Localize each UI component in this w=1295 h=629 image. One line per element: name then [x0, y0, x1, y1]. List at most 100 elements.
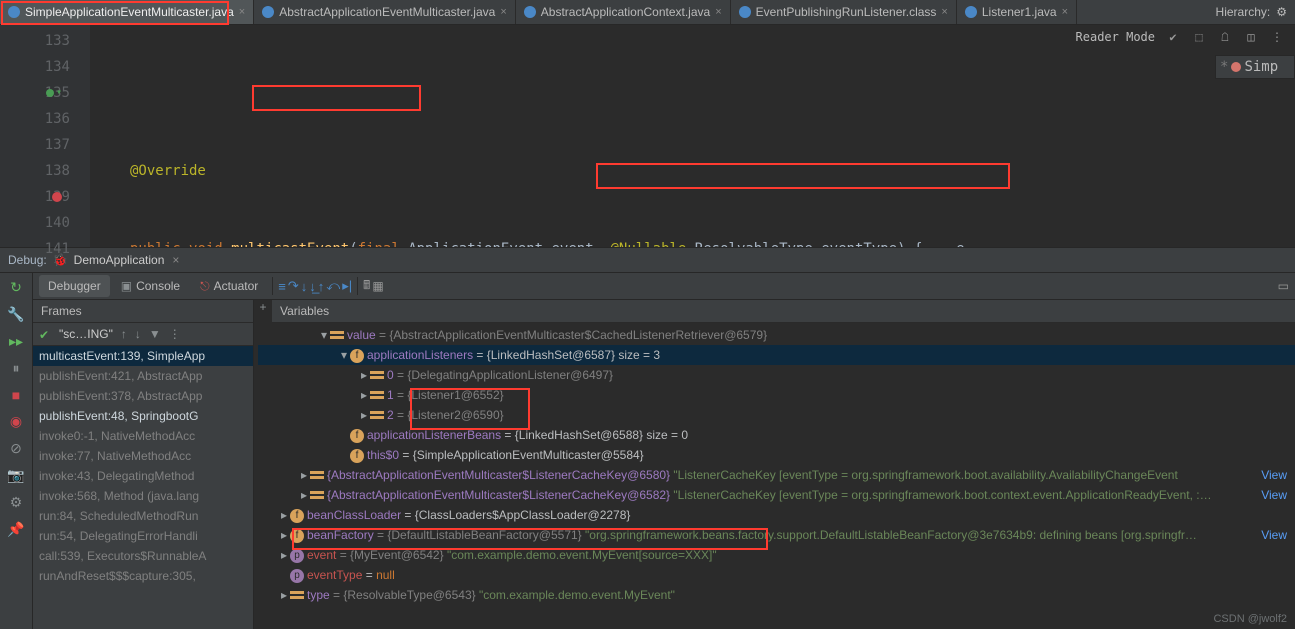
view-link[interactable]: View — [1261, 465, 1287, 485]
tree-toggle-icon[interactable]: ▸ — [278, 505, 290, 525]
force-step-into-icon[interactable]: ↓̲ — [309, 279, 316, 294]
evaluate-icon[interactable]: 🖩 — [363, 276, 370, 297]
layout-icon[interactable]: ▭ — [1278, 279, 1289, 293]
filter-icon[interactable]: ▼ — [149, 327, 161, 341]
add-watch-icon[interactable]: + — [254, 300, 272, 323]
tab-console[interactable]: ▣Console — [112, 275, 189, 297]
variable-node[interactable]: ▾fapplicationListeners = {LinkedHashSet@… — [258, 345, 1295, 365]
tree-toggle-icon[interactable]: ▸ — [278, 525, 290, 545]
override-icon — [46, 89, 54, 97]
variable-node[interactable]: ▸0 = {DelegatingApplicationListener@6497… — [258, 365, 1295, 385]
stack-frame[interactable]: invoke:77, NativeMethodAcc — [33, 446, 253, 466]
pin-icon[interactable]: 📌 — [7, 521, 24, 538]
variable-node[interactable]: ▸2 = {Listener2@6590} — [258, 405, 1295, 425]
stack-frame[interactable]: run:84, ScheduledMethodRun — [33, 506, 253, 526]
camera-icon[interactable]: 📷 — [7, 467, 24, 484]
frames-list[interactable]: multicastEvent:139, SimpleApppublishEven… — [33, 346, 253, 586]
next-frame-icon[interactable]: ↓ — [135, 327, 141, 341]
step-out-icon[interactable]: ↑ — [318, 279, 325, 294]
code-line: public void multicastEvent(final Applica… — [90, 236, 1295, 247]
tree-toggle-icon[interactable] — [278, 565, 290, 585]
stack-frame[interactable]: runAndReset$$$capture:305, — [33, 566, 253, 586]
tree-toggle-icon[interactable]: ▸ — [358, 405, 370, 425]
breakpoint-icon[interactable] — [52, 192, 62, 202]
tree-toggle-icon[interactable]: ▸ — [358, 385, 370, 405]
variables-panel: + Variables ▾value = {AbstractApplicatio… — [254, 300, 1295, 629]
stack-frame[interactable]: run:54, DelegatingErrorHandli — [33, 526, 253, 546]
tab-debugger[interactable]: Debugger — [39, 275, 110, 297]
code-area[interactable]: @Override public void multicastEvent(fin… — [90, 25, 1295, 247]
tree-toggle-icon[interactable]: ▸ — [278, 545, 290, 565]
stop-icon[interactable]: ■ — [12, 387, 20, 403]
editor-tab[interactable]: AbstractApplicationEventMulticaster.java… — [254, 0, 516, 24]
tree-toggle-icon[interactable] — [338, 425, 350, 445]
variable-node[interactable]: ▸1 = {Listener1@6552} — [258, 385, 1295, 405]
variable-node[interactable]: ▸type = {ResolvableType@6543} "com.examp… — [258, 585, 1295, 605]
more-icon[interactable]: ⋮ — [169, 327, 181, 341]
gear-icon[interactable]: ⚙ — [1276, 5, 1287, 19]
variable-node[interactable]: fthis$0 = {SimpleApplicationEventMultica… — [258, 445, 1295, 465]
tree-toggle-icon[interactable]: ▸ — [358, 365, 370, 385]
variable-node[interactable]: ▸pevent = {MyEvent@6542} "com.example.de… — [258, 545, 1295, 565]
variable-node[interactable]: ▾value = {AbstractApplicationEventMultic… — [258, 325, 1295, 345]
tree-toggle-icon[interactable]: ▸ — [278, 585, 290, 605]
close-icon[interactable]: × — [172, 253, 179, 267]
tree-toggle-icon[interactable] — [338, 445, 350, 465]
hierarchy-label[interactable]: Hierarchy:⚙ — [1208, 0, 1295, 24]
resume-icon[interactable]: ▸▸ — [9, 333, 23, 350]
stack-frame[interactable]: invoke:568, Method (java.lang — [33, 486, 253, 506]
stack-frame[interactable]: invoke0:-1, NativeMethodAcc — [33, 426, 253, 446]
debug-config[interactable]: DemoApplication — [74, 253, 165, 267]
stack-frame[interactable]: publishEvent:421, AbstractApp — [33, 366, 253, 386]
tab-actuator[interactable]: ⎋Actuator — [191, 275, 267, 298]
tree-toggle-icon[interactable]: ▾ — [338, 345, 350, 365]
tree-toggle-icon[interactable]: ▾ — [318, 325, 330, 345]
thread-selector[interactable]: "sc…ING" — [59, 327, 113, 341]
variable-node[interactable]: fapplicationListenerBeans = {LinkedHashS… — [258, 425, 1295, 445]
value-icon — [370, 371, 384, 381]
variable-node[interactable]: ▸fbeanClassLoader = {ClassLoaders$AppCla… — [258, 505, 1295, 525]
tree-toggle-icon[interactable]: ▸ — [298, 485, 310, 505]
close-icon[interactable]: × — [715, 6, 721, 18]
stack-frame[interactable]: invoke:43, DelegatingMethod — [33, 466, 253, 486]
close-icon[interactable]: × — [941, 6, 947, 18]
variables-tree[interactable]: ▾value = {AbstractApplicationEventMultic… — [254, 323, 1295, 629]
tab-label: SimpleApplicationEventMulticaster.java — [25, 5, 234, 19]
mute-breakpoints-icon[interactable]: ⊘ — [10, 440, 22, 457]
variable-node[interactable]: ▸{AbstractApplicationEventMulticaster$Li… — [258, 465, 1295, 485]
rerun-icon[interactable]: ↻ — [10, 279, 22, 296]
wrench-icon[interactable]: 🔧 — [7, 306, 24, 323]
editor-tab[interactable]: AbstractApplicationContext.java × — [516, 0, 731, 24]
pause-icon[interactable]: ⏸ — [13, 360, 20, 377]
view-breakpoints-icon[interactable]: ◉ — [10, 413, 22, 430]
variable-node[interactable]: ▸{AbstractApplicationEventMulticaster$Li… — [258, 485, 1295, 505]
settings-icon[interactable]: ⚙ — [10, 494, 23, 511]
trace-icon[interactable]: ▦ — [372, 279, 383, 293]
step-into-icon[interactable]: ↓ — [301, 279, 308, 294]
show-exec-point-icon[interactable]: ≡ — [278, 279, 286, 294]
stack-frame[interactable]: publishEvent:48, SpringbootG — [33, 406, 253, 426]
prev-frame-icon[interactable]: ↑ — [121, 327, 127, 341]
stack-frame[interactable]: call:539, Executors$RunnableA — [33, 546, 253, 566]
variable-node[interactable]: ▸fbeanFactory = {DefaultListableBeanFact… — [258, 525, 1295, 545]
tree-toggle-icon[interactable]: ▸ — [298, 465, 310, 485]
variable-node[interactable]: peventType = null — [258, 565, 1295, 585]
editor-tab[interactable]: SimpleApplicationEventMulticaster.java × — [0, 0, 254, 24]
view-link[interactable]: View — [1261, 525, 1287, 545]
stack-frame[interactable]: publishEvent:378, AbstractApp — [33, 386, 253, 406]
tab-label: AbstractApplicationContext.java — [541, 5, 710, 19]
view-link[interactable]: View — [1261, 485, 1287, 505]
watermark: CSDN @jwolf2 — [1213, 613, 1287, 625]
tab-label: Listener1.java — [982, 5, 1057, 19]
drop-frame-icon[interactable]: ⤺ — [326, 278, 340, 294]
editor-tab[interactable]: EventPublishingRunListener.class× — [731, 0, 957, 24]
close-icon[interactable]: × — [1062, 6, 1068, 18]
code-editor[interactable]: Reader Mode ✔ ⬚ ☖ ◫ ⋮ * Simp ▾ 133134135… — [0, 25, 1295, 247]
run-to-cursor-icon[interactable]: ▸| — [342, 278, 352, 294]
debug-tabs: Debugger ▣Console ⎋Actuator ≡ ↷ ↓ ↓̲ ↑ ⤺… — [33, 273, 1295, 300]
close-icon[interactable]: × — [239, 6, 245, 18]
editor-tab[interactable]: Listener1.java × — [957, 0, 1077, 24]
stack-frame[interactable]: multicastEvent:139, SimpleApp — [33, 346, 253, 366]
step-over-icon[interactable]: ↷ — [288, 278, 299, 294]
close-icon[interactable]: × — [500, 6, 506, 18]
